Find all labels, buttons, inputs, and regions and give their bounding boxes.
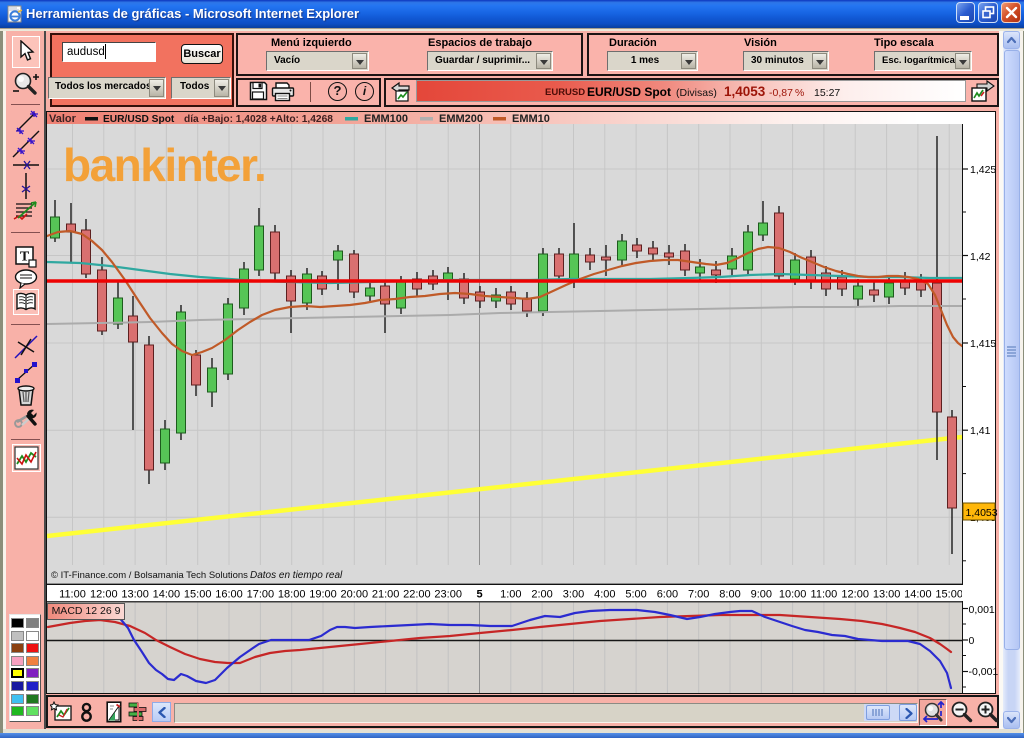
svg-text:1,42: 1,42 [970, 251, 991, 263]
svg-text:15:00: 15:00 [935, 589, 962, 601]
svg-text:15:00: 15:00 [184, 589, 212, 601]
svg-text:19:00: 19:00 [309, 589, 337, 601]
svg-text:10:00: 10:00 [779, 589, 807, 601]
svg-text:13:00: 13:00 [121, 589, 149, 601]
svg-text:8:00: 8:00 [719, 589, 740, 601]
svg-text:18:00: 18:00 [278, 589, 306, 601]
svg-text:23:00: 23:00 [434, 589, 462, 601]
svg-text:T: T [20, 250, 30, 265]
svg-text:bankinter.: bankinter. [63, 139, 265, 191]
svg-text:7:00: 7:00 [688, 589, 709, 601]
svg-text:© IT-Finance.com / Bolsamania: © IT-Finance.com / Bolsamania Tech Solut… [51, 570, 248, 581]
svg-text:17:00: 17:00 [247, 589, 275, 601]
svg-text:20:00: 20:00 [341, 589, 369, 601]
svg-text:12:00: 12:00 [841, 589, 869, 601]
svg-text:4:00: 4:00 [594, 589, 615, 601]
svg-text:0: 0 [969, 635, 975, 647]
svg-text:0,001: 0,001 [969, 604, 995, 616]
svg-text:11:00: 11:00 [811, 589, 838, 601]
svg-text:1,415: 1,415 [970, 338, 996, 350]
svg-text:1,41: 1,41 [970, 425, 991, 437]
svg-text:14:00: 14:00 [904, 589, 932, 601]
svg-text:9:00: 9:00 [751, 589, 772, 601]
svg-text:5: 5 [476, 589, 482, 601]
svg-text:1:00: 1:00 [500, 589, 521, 601]
svg-text:12:00: 12:00 [90, 589, 118, 601]
svg-text:21:00: 21:00 [372, 589, 400, 601]
svg-text:16:00: 16:00 [215, 589, 243, 601]
svg-text:5:00: 5:00 [625, 589, 646, 601]
svg-text:13:00: 13:00 [873, 589, 901, 601]
svg-text:2:00: 2:00 [531, 589, 552, 601]
svg-text:14:00: 14:00 [153, 589, 181, 601]
svg-text:Datos en tiempo real: Datos en tiempo real [250, 570, 343, 581]
svg-text:3:00: 3:00 [563, 589, 584, 601]
svg-text:1,425: 1,425 [970, 164, 996, 176]
svg-text:22:00: 22:00 [403, 589, 431, 601]
svg-text:1,4053: 1,4053 [966, 507, 998, 519]
svg-text:6:00: 6:00 [657, 589, 678, 601]
svg-text:-0,001: -0,001 [969, 666, 999, 678]
svg-text:11:00: 11:00 [59, 589, 86, 601]
